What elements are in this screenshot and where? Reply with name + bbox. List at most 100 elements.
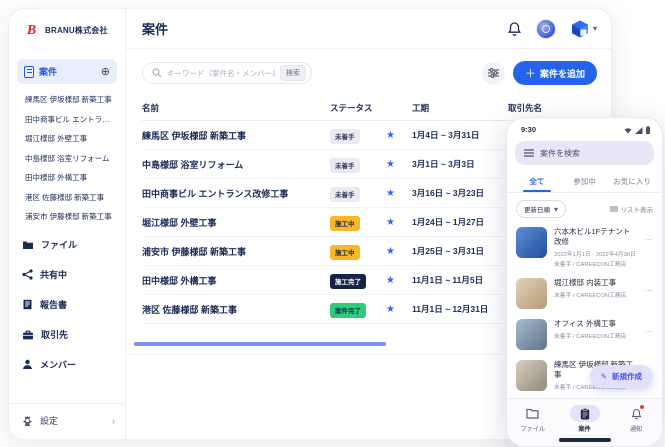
sidebar: B BRANU株式会社 案件 ⊕ 練馬区 伊坂様邸 新築工事 田中商事ビル エン… <box>9 9 126 439</box>
pencil-icon: ✎ <box>601 372 607 381</box>
sidebar-project-list: 練馬区 伊坂様邸 新築工事 田中商事ビル エントラ… 堀江様邸 外壁工事 中島様… <box>9 94 125 222</box>
sidebar-item-clients[interactable]: 取引先 <box>22 328 117 341</box>
sidebar-project-item[interactable]: 港区 佐藤様邸 新築工事 <box>25 192 117 203</box>
col-header-status: ステータス <box>330 102 386 114</box>
signal-icon <box>635 127 643 134</box>
favorite-star-icon[interactable]: ★ <box>386 188 412 199</box>
sidebar-item-settings[interactable]: 設定 › <box>9 403 125 439</box>
col-header-period: 工期 <box>412 102 508 114</box>
sidebar-item-members[interactable]: メンバー <box>22 358 117 371</box>
mobile-search-placeholder: 案件を検索 <box>540 148 580 159</box>
item-more-button[interactable]: … <box>645 319 654 334</box>
mobile-status-bar: 9:30 <box>507 118 662 137</box>
status-badge: 施工完了 <box>330 274 366 289</box>
tab-favorites[interactable]: お気に入り <box>608 170 656 192</box>
sidebar-project-item[interactable]: 中島様邸 浴室リフォーム <box>25 153 117 164</box>
person-icon <box>22 359 33 370</box>
search-input[interactable] <box>167 69 275 78</box>
favorite-star-icon[interactable]: ★ <box>386 246 412 257</box>
favorite-star-icon[interactable]: ★ <box>386 275 412 286</box>
sidebar-project-item[interactable]: 浦安市 伊藤様邸 新築工事 <box>25 211 117 222</box>
mobile-tabs: 全て 参加中 お気に入り <box>507 170 662 193</box>
bell-icon <box>631 408 642 420</box>
add-circle-icon[interactable]: ⊕ <box>101 65 110 78</box>
sliders-icon <box>488 68 499 78</box>
add-project-button[interactable]: ＋ 案件を追加 <box>513 61 597 85</box>
sidebar-project-item[interactable]: 練馬区 伊坂様邸 新築工事 <box>25 94 117 105</box>
plus-icon: ＋ <box>525 65 536 81</box>
sidebar-item-projects[interactable]: 案件 ⊕ <box>17 59 117 84</box>
status-time: 9:30 <box>521 125 536 134</box>
chevron-down-icon: ▾ <box>593 24 597 33</box>
bell-icon[interactable] <box>507 21 522 37</box>
branu-logo-icon: B <box>23 22 40 39</box>
mobile-app-window: 9:30 案件を検索 全て 参加中 お気に入り 更新日順 ▾ リスト表示 <box>506 117 663 447</box>
sidebar-item-files[interactable]: ファイル <box>22 238 117 251</box>
folder-icon <box>22 240 34 250</box>
clipboard-icon <box>580 408 590 420</box>
sidebar-item-reports[interactable]: 報告書 <box>22 298 117 311</box>
project-thumbnail <box>516 360 547 391</box>
briefcase-icon <box>22 330 34 340</box>
favorite-star-icon[interactable]: ★ <box>386 217 412 228</box>
favorite-star-icon[interactable]: ★ <box>386 159 412 170</box>
page-title: 案件 <box>142 19 168 38</box>
nav-projects[interactable]: 案件 <box>559 405 611 433</box>
list-icon <box>610 206 618 213</box>
list-item[interactable]: 堀江様邸 内装工事 未着手 / CAREECON工務店 … <box>507 273 662 314</box>
menu-icon[interactable] <box>524 149 534 157</box>
sidebar-project-item[interactable]: 田中様邸 外構工事 <box>25 172 117 183</box>
favorite-star-icon[interactable]: ★ <box>386 304 412 315</box>
sidebar-project-item[interactable]: 堀江様邸 外壁工事 <box>25 133 117 144</box>
chevron-down-icon: ▾ <box>554 205 558 214</box>
document-icon <box>24 66 34 78</box>
sidebar-item-label: 案件 <box>39 65 57 78</box>
status-badge: 案件完了 <box>330 303 366 318</box>
tab-all[interactable]: 全て <box>513 170 561 192</box>
folder-icon <box>526 408 539 419</box>
company-name: BRANU株式会社 <box>45 25 108 36</box>
project-thumbnail <box>516 227 547 258</box>
search-button[interactable]: 検索 <box>280 65 306 81</box>
status-badge: 施工中 <box>330 245 360 260</box>
favorite-star-icon[interactable]: ★ <box>386 130 412 141</box>
topbar: 案件 ▾ <box>126 9 611 49</box>
careecon-cube-icon <box>570 19 590 39</box>
sidebar-project-item[interactable]: 田中商事ビル エントラ… <box>25 114 117 125</box>
sort-order-button[interactable]: 更新日順 ▾ <box>516 200 566 218</box>
screenshot-stage: B BRANU株式会社 案件 ⊕ 練馬区 伊坂様邸 新築工事 田中商事ビル エン… <box>0 0 665 447</box>
project-thumbnail <box>516 319 547 350</box>
list-item[interactable]: オフィス 外構工事 未着手 / CAREECON工務店 … <box>507 314 662 355</box>
chevron-right-icon: › <box>112 416 115 426</box>
nav-notifications[interactable]: 通知 <box>610 405 662 433</box>
tab-participating[interactable]: 参加中 <box>561 170 609 192</box>
nav-files[interactable]: ファイル <box>507 405 559 433</box>
report-icon <box>22 299 33 310</box>
horizontal-scrollbar[interactable] <box>134 342 386 346</box>
share-icon <box>22 269 33 280</box>
mobile-search-bar[interactable]: 案件を検索 <box>515 141 654 165</box>
status-badge: 未着手 <box>330 129 360 144</box>
wifi-icon <box>624 127 632 134</box>
create-new-button[interactable]: ✎ 新規作成 <box>590 365 653 388</box>
status-badge: 未着手 <box>330 187 360 202</box>
user-avatar[interactable] <box>536 19 556 39</box>
toolbar: 検索 ＋ 案件を追加 <box>126 49 611 95</box>
gear-icon <box>22 415 33 426</box>
status-badge: 未着手 <box>330 158 360 173</box>
mobile-sort-row: 更新日順 ▾ リスト表示 <box>507 193 662 222</box>
notification-badge <box>640 405 644 409</box>
search-icon <box>152 68 162 78</box>
brand: B BRANU株式会社 <box>9 9 125 51</box>
item-more-button[interactable]: … <box>645 278 654 293</box>
search-box[interactable]: 検索 <box>142 62 312 84</box>
battery-icon <box>646 126 650 134</box>
list-view-toggle[interactable]: リスト表示 <box>610 204 654 214</box>
list-item[interactable]: 六本木ビル1Fテナント改修 2022年1月1日 - 2022年4月30日 未着手… <box>507 222 662 273</box>
col-header-name: 名前 <box>142 102 330 114</box>
sidebar-item-shared[interactable]: 共有中 <box>22 268 117 281</box>
item-more-button[interactable]: … <box>645 227 654 242</box>
home-indicator[interactable] <box>559 438 611 442</box>
app-switcher[interactable]: ▾ <box>570 19 597 39</box>
filter-button[interactable] <box>482 62 505 85</box>
